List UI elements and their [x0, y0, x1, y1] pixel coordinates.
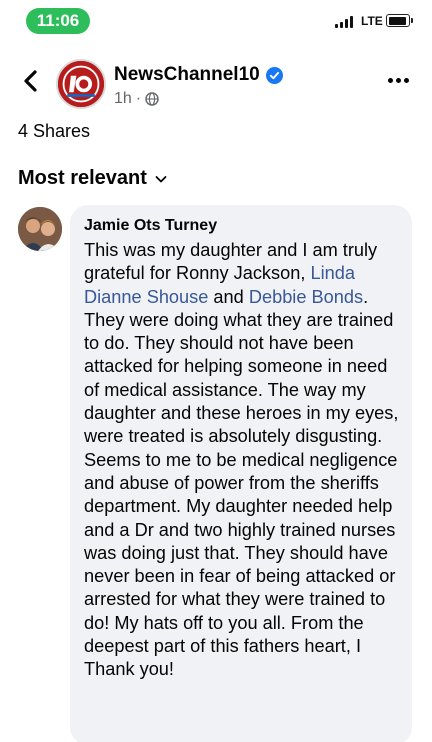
battery-icon: [386, 14, 413, 27]
shares-count[interactable]: 4 Shares: [18, 121, 90, 142]
more-dot-icon: [404, 77, 409, 83]
comment-sort-dropdown[interactable]: Most relevant: [18, 167, 168, 190]
chevron-left-icon: [24, 70, 37, 92]
post-meta: 1h ·: [114, 90, 159, 108]
mention-link[interactable]: Debbie Bonds: [249, 287, 363, 307]
more-dot-icon: [388, 77, 393, 83]
more-dot-icon: [396, 77, 401, 83]
comment-bubble: Jamie Ots Turney This was my daughter an…: [70, 205, 412, 742]
meta-separator: ·: [135, 90, 142, 107]
chevron-down-icon: [155, 175, 167, 182]
profile-photo-icon: [18, 207, 62, 251]
verified-badge-icon: [265, 66, 283, 84]
comment-text: This was my daughter and I am truly grat…: [84, 239, 400, 682]
page-name[interactable]: NewsChannel10: [114, 64, 260, 86]
commenter-avatar[interactable]: [18, 207, 62, 251]
status-time[interactable]: 11:06: [26, 8, 90, 34]
station-logo-icon: [58, 61, 104, 107]
page-avatar[interactable]: [56, 59, 106, 109]
globe-icon: [145, 92, 159, 106]
network-type: LTE: [361, 14, 383, 28]
back-button[interactable]: [18, 66, 44, 96]
signal-icon: [335, 16, 357, 28]
post-header: NewsChannel10 1h ·: [0, 52, 432, 118]
comment-text-part: . They were doing what they are trained …: [84, 286, 399, 680]
status-bar: 11:06 LTE: [0, 0, 432, 44]
comment-text-part: and: [208, 286, 249, 307]
sort-label: Most relevant: [18, 167, 147, 189]
comment-author[interactable]: Jamie Ots Turney: [84, 216, 400, 236]
post-timestamp[interactable]: 1h: [114, 90, 132, 108]
more-options-button[interactable]: [388, 70, 410, 90]
